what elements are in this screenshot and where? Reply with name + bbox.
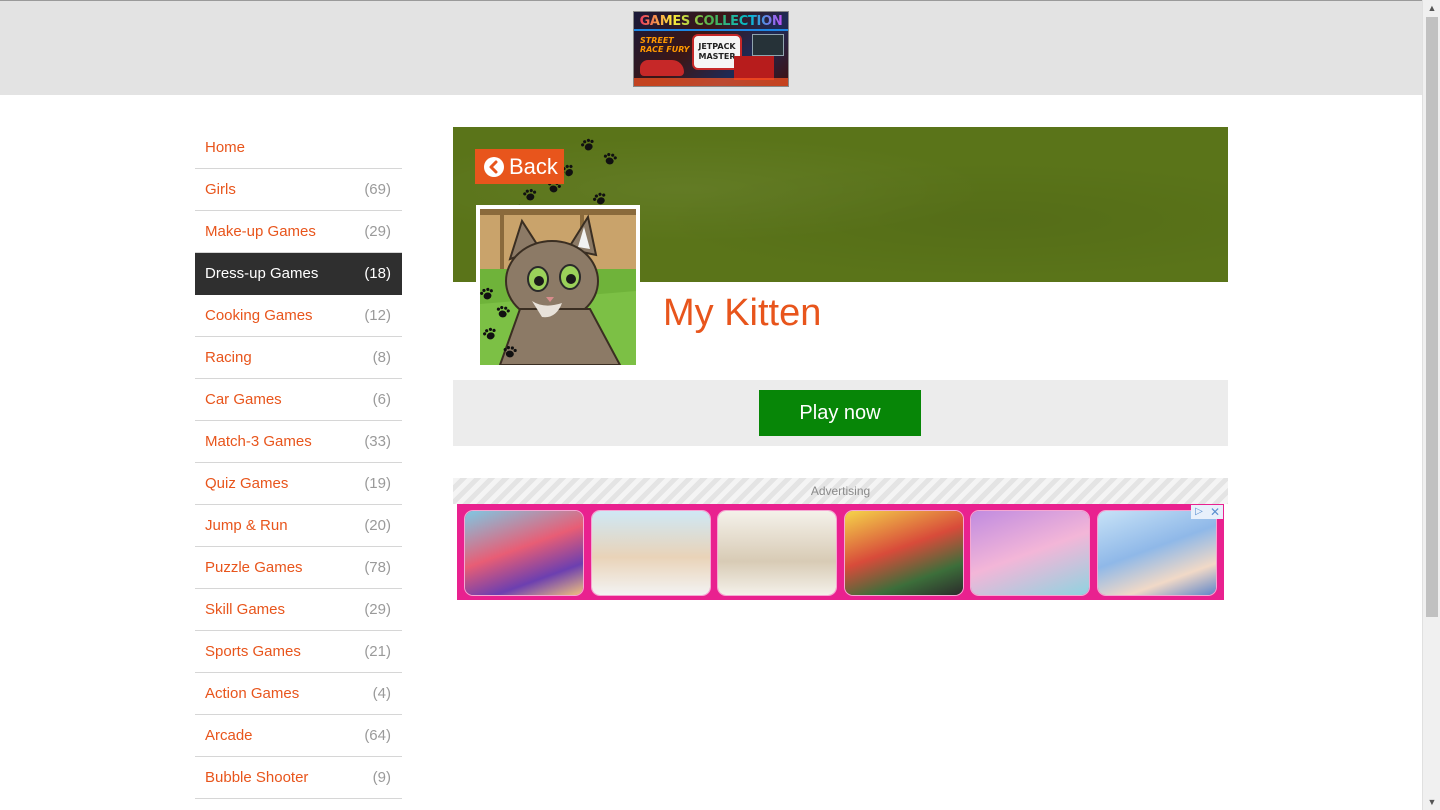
paw-print-icon	[503, 345, 518, 358]
logo-title: GAMES COLLECTION	[634, 14, 788, 29]
paw-print-icon	[602, 152, 618, 166]
paw-print-icon	[522, 188, 538, 202]
sidebar-item-cooking-games[interactable]: Cooking Games (12)	[195, 295, 402, 337]
sidebar-item-make-up-games[interactable]: Make-up Games (29)	[195, 211, 402, 253]
sidebar-item-skill-games[interactable]: Skill Games (29)	[195, 589, 402, 631]
sidebar-item-count: (6)	[372, 391, 391, 408]
sidebar-item-label: Match-3 Games	[205, 433, 312, 450]
page-scrollbar[interactable]: ▲ ▼	[1422, 0, 1440, 810]
back-button-label: Back	[509, 153, 558, 179]
sidebar-item-quiz-games[interactable]: Quiz Games (19)	[195, 463, 402, 505]
sidebar-item-home[interactable]: Home	[195, 127, 402, 169]
sidebar-item-count: (4)	[372, 685, 391, 702]
ad-banner[interactable]	[457, 504, 1224, 600]
ad-choices-icon[interactable]: ▷	[1191, 505, 1207, 519]
site-header: GAMES COLLECTION STREET RACE FURY JETPAC…	[0, 0, 1422, 95]
ad-tile-injured-leg[interactable]	[591, 511, 710, 595]
sidebar-item-girls[interactable]: Girls (69)	[195, 169, 402, 211]
back-button[interactable]: Back	[475, 149, 564, 184]
site-logo[interactable]: GAMES COLLECTION STREET RACE FURY JETPAC…	[634, 12, 788, 86]
sidebar-item-count: (78)	[364, 559, 391, 576]
sidebar-item-label: Sports Games	[205, 643, 301, 660]
ad-close-icon[interactable]: ✕	[1207, 505, 1223, 519]
sidebar-item-label: Puzzle Games	[205, 559, 303, 576]
logo-car-image	[640, 60, 684, 76]
sidebar-item-count: (12)	[364, 307, 391, 324]
sidebar-item-bubble-shooter[interactable]: Bubble Shooter (9)	[195, 757, 402, 799]
play-now-button[interactable]: Play now	[759, 390, 921, 436]
sidebar-item-count: (29)	[364, 223, 391, 240]
logo-side-text: STREET RACE FURY	[640, 36, 690, 54]
sidebar-item-count: (33)	[364, 433, 391, 450]
sidebar-item-puzzle-games[interactable]: Puzzle Games (78)	[195, 547, 402, 589]
sidebar-item-label: Make-up Games	[205, 223, 316, 240]
sidebar-item-count: (29)	[364, 601, 391, 618]
sidebar-item-label: Girls	[205, 181, 236, 198]
sidebar-item-count: (8)	[372, 349, 391, 366]
sidebar-item-label: Racing	[205, 349, 252, 366]
sidebar-item-count: (20)	[364, 517, 391, 534]
sidebar-item-sports-games[interactable]: Sports Games (21)	[195, 631, 402, 673]
sidebar-item-label: Jump & Run	[205, 517, 288, 534]
logo-divider	[634, 29, 788, 31]
chevron-left-circle-icon	[484, 156, 504, 177]
scroll-down-arrow-icon[interactable]: ▼	[1423, 794, 1440, 810]
game-thumbnail-frame	[476, 205, 640, 369]
sidebar-item-count: (18)	[364, 265, 391, 282]
scroll-up-arrow-icon[interactable]: ▲	[1423, 0, 1440, 16]
sidebar-item-label: Action Games	[205, 685, 300, 702]
ad-label: Advertising	[810, 484, 871, 498]
sidebar-item-label: Bubble Shooter	[205, 769, 309, 786]
sidebar-item-match-3-games[interactable]: Match-3 Games (33)	[195, 421, 402, 463]
sidebar-item-count: (64)	[364, 727, 391, 744]
sidebar-item-dress-up-games[interactable]: Dress-up Games (18)	[195, 253, 402, 295]
sidebar-item-racing[interactable]: Racing (8)	[195, 337, 402, 379]
sidebar-item-count: (21)	[364, 643, 391, 660]
sidebar-item-label: Home	[205, 139, 246, 156]
sidebar-item-count: (69)	[364, 181, 391, 198]
sidebar-item-count: (9)	[372, 769, 391, 786]
sidebar-item-label: Car Games	[205, 391, 282, 408]
logo-bottom-strip	[634, 78, 788, 86]
category-sidebar: Home Girls (69) Make-up Games (29) Dress-up G…	[195, 127, 402, 799]
ad-tile-face-paint-girl[interactable]	[465, 511, 583, 595]
logo-side-image	[752, 34, 784, 56]
kitten-thumbnail-image	[480, 209, 636, 365]
ad-tile-sewing-mannequin[interactable]	[718, 511, 836, 595]
sidebar-item-arcade[interactable]: Arcade (64)	[195, 715, 402, 757]
paw-print-icon	[495, 305, 511, 319]
ad-tile-pony[interactable]	[971, 511, 1089, 595]
sidebar-item-car-games[interactable]: Car Games (6)	[195, 379, 402, 421]
sidebar-item-label: Skill Games	[205, 601, 286, 618]
ad-tile-adventure-kids[interactable]	[844, 511, 963, 595]
sidebar-item-action-games[interactable]: Action Games (4)	[195, 673, 402, 715]
sidebar-item-jump-run[interactable]: Jump & Run (20)	[195, 505, 402, 547]
sidebar-item-count: (19)	[364, 475, 391, 492]
scroll-thumb[interactable]	[1426, 17, 1438, 617]
ad-tile-ice-princess[interactable]	[1097, 511, 1216, 595]
logo-truck-image	[734, 56, 774, 80]
sidebar-item-label: Dress-up Games	[205, 265, 319, 282]
game-title: My Kitten	[663, 292, 822, 334]
sidebar-item-label: Cooking Games	[205, 307, 313, 324]
sidebar-item-label: Arcade	[205, 727, 253, 744]
paw-print-icon	[579, 137, 596, 153]
sidebar-item-label: Quiz Games	[205, 475, 289, 492]
